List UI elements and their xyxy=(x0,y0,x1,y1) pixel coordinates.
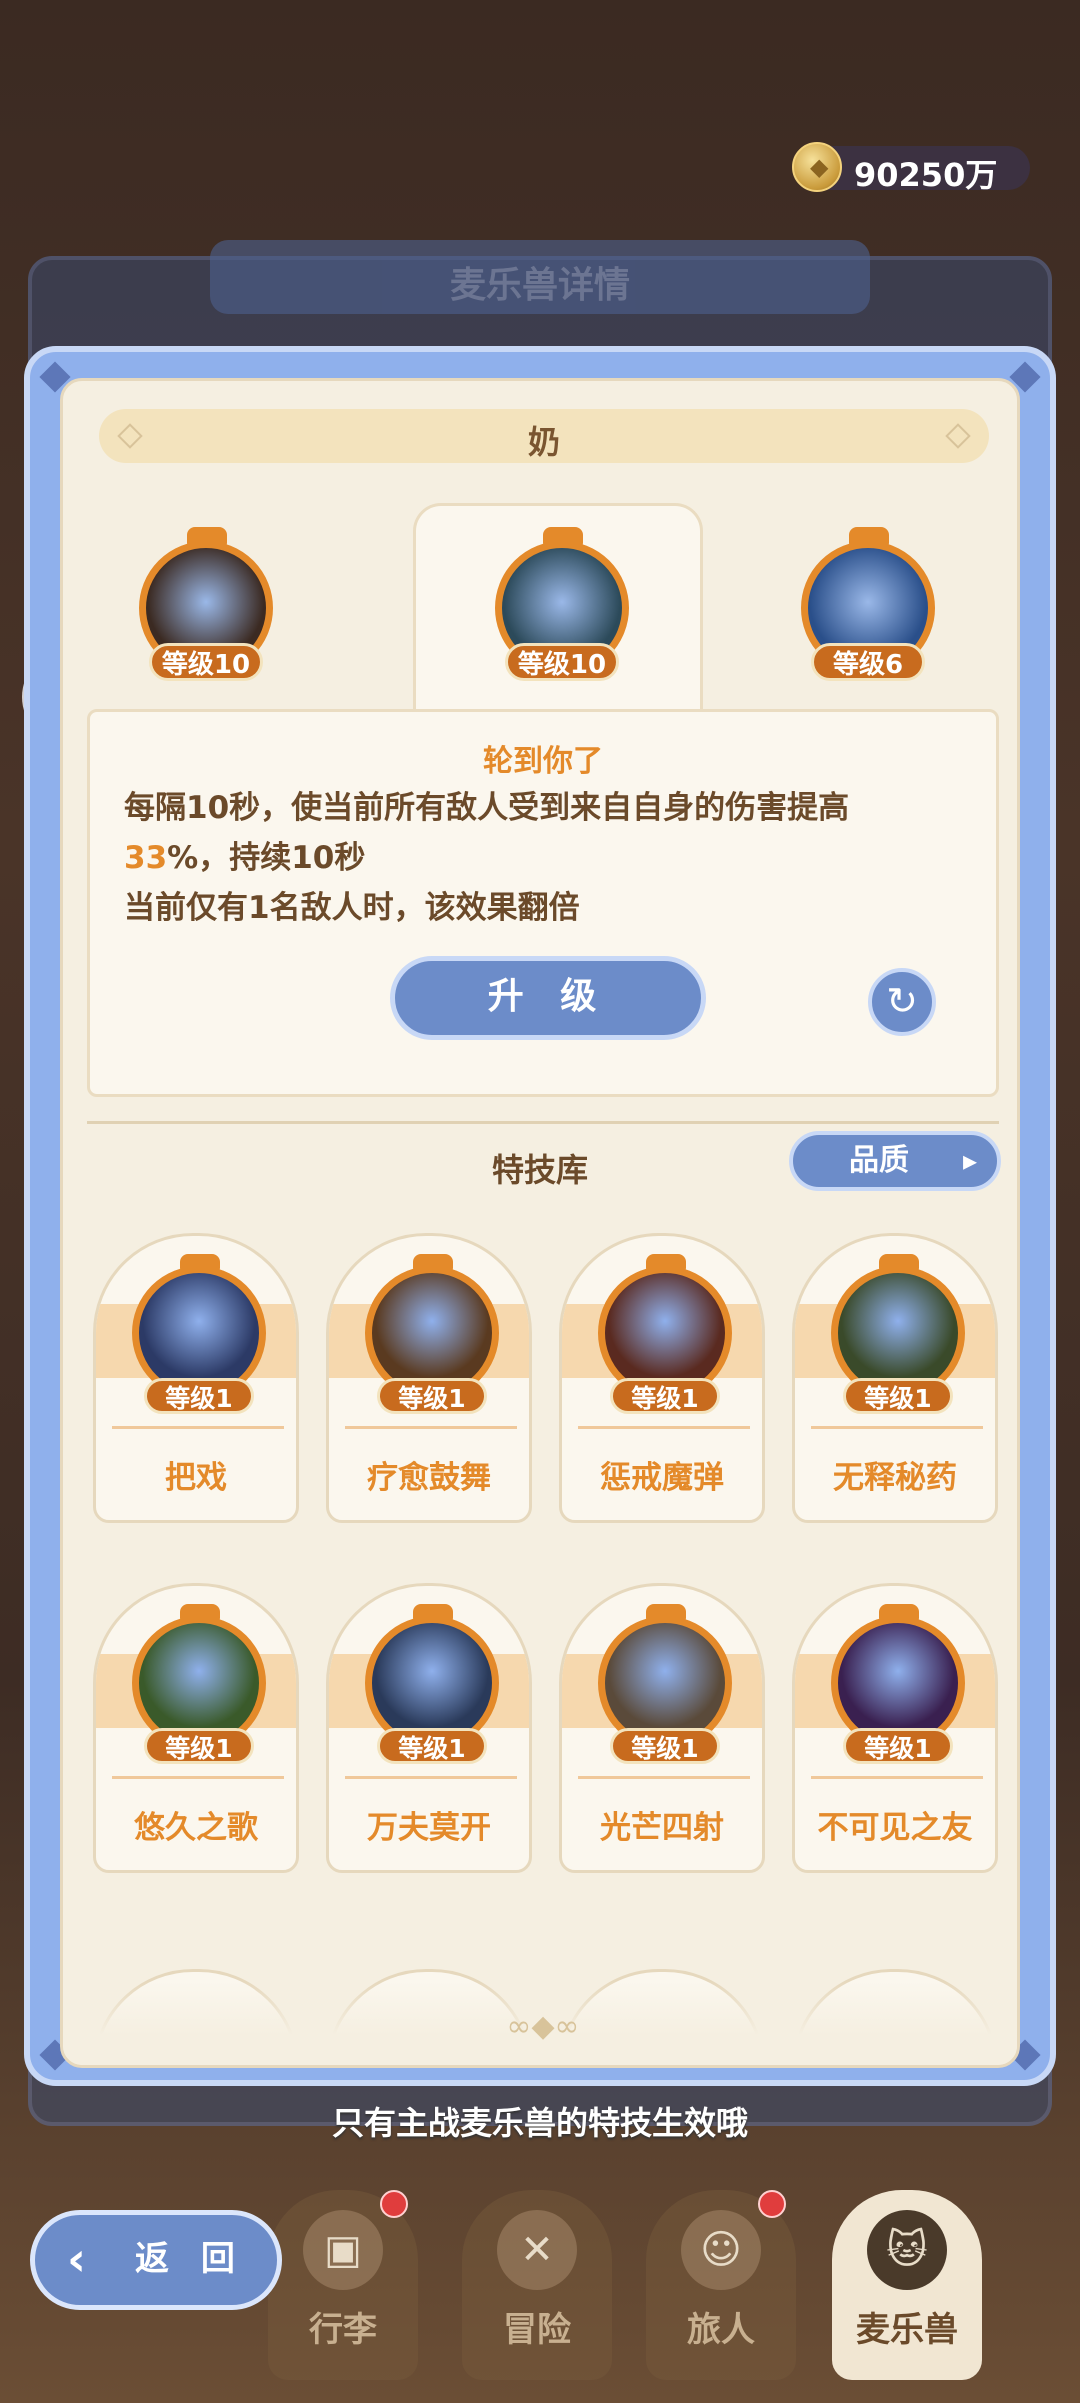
ears-ornament xyxy=(543,527,583,547)
swords-icon: ✕ xyxy=(497,2210,577,2290)
skill-name: 把戏 xyxy=(165,1460,227,1496)
skill-level: 等级1 xyxy=(377,1378,487,1414)
background-panel-title: 麦乐兽详情 xyxy=(210,240,870,314)
quality-label: 品质 xyxy=(849,1143,909,1178)
notification-badge xyxy=(758,2190,786,2218)
panel-content: 奶 等级10 等级10 等级6 轮到你了 每隔10秒，使当前所有敌人受到来自自身… xyxy=(60,378,1020,2068)
skill-name: 万夫莫开 xyxy=(367,1810,491,1846)
skill-slot-3[interactable]: 等级6 xyxy=(801,527,941,689)
slot-level: 等级10 xyxy=(149,643,263,681)
upgrade-button[interactable]: 升 级 xyxy=(390,956,706,1040)
ears-ornament xyxy=(180,1254,220,1272)
card-divider xyxy=(345,1776,517,1779)
description-highlight: 33 xyxy=(124,840,168,876)
skill-level: 等级1 xyxy=(144,1378,254,1414)
skill-card[interactable]: 等级1 不可见之友 xyxy=(792,1583,998,1873)
description-line-1: 每隔10秒，使当前所有敌人受到来自自身的伤害提高 xyxy=(124,790,850,826)
skill-level: 等级1 xyxy=(843,1378,953,1414)
skill-level: 等级1 xyxy=(610,1378,720,1414)
skill-card[interactable]: 等级1 疗愈鼓舞 xyxy=(326,1233,532,1523)
skill-name: 疗愈鼓舞 xyxy=(367,1460,491,1496)
coin-icon: ◆ xyxy=(792,142,842,192)
card-divider xyxy=(578,1776,750,1779)
nav-item-pets[interactable]: 🐱 麦乐兽 xyxy=(832,2190,982,2380)
pet-icon: 🐱 xyxy=(867,2210,947,2290)
skill-card[interactable]: 等级1 惩戒魔弹 xyxy=(559,1233,765,1523)
skill-level: 等级1 xyxy=(843,1728,953,1764)
skill-name: 惩戒魔弹 xyxy=(600,1460,724,1496)
card-divider xyxy=(112,1776,284,1779)
panel-header-text: 奶 xyxy=(527,423,560,461)
caret-icon: ▸ xyxy=(962,1144,977,1177)
ears-ornament xyxy=(646,1604,686,1622)
slot-level: 等级6 xyxy=(811,643,925,681)
skill-name: 光芒四射 xyxy=(600,1810,724,1846)
ears-ornament xyxy=(180,1604,220,1622)
nav-item-luggage[interactable]: ▣ 行李 xyxy=(268,2190,418,2380)
nav-item-traveler[interactable]: ☺ 旅人 xyxy=(646,2190,796,2380)
skill-description: 轮到你了 每隔10秒，使当前所有敌人受到来自自身的伤害提高 33%，持续10秒 … xyxy=(87,709,999,1097)
skill-level: 等级1 xyxy=(610,1728,720,1764)
skill-level: 等级1 xyxy=(377,1728,487,1764)
traveler-icon: ☺ xyxy=(681,2210,761,2290)
description-line-2-rest: %，持续10秒 xyxy=(167,840,366,876)
skill-card[interactable]: 等级1 万夫莫开 xyxy=(326,1583,532,1873)
skill-title: 轮到你了 xyxy=(483,744,603,779)
notification-badge xyxy=(380,2190,408,2218)
description-line-3: 当前仅有1名敌人时，该效果翻倍 xyxy=(124,890,580,926)
skill-level: 等级1 xyxy=(144,1728,254,1764)
nav-item-adventure[interactable]: ✕ 冒险 xyxy=(462,2190,612,2380)
skill-panel: 奶 等级10 等级10 等级6 轮到你了 每隔10秒，使当前所有敌人受到来自自身… xyxy=(24,346,1056,2086)
skill-slot-2[interactable]: 等级10 xyxy=(495,527,635,689)
hint-text: 只有主战麦乐兽的特技生效哦 xyxy=(331,2104,748,2142)
back-button[interactable]: ‹ 返 回 xyxy=(30,2210,282,2310)
card-divider xyxy=(112,1426,284,1429)
skill-slot-1[interactable]: 等级10 xyxy=(139,527,279,689)
description-line-2: 33%，持续10秒 xyxy=(124,832,365,877)
card-divider xyxy=(578,1426,750,1429)
back-arrow-icon: ‹ xyxy=(67,2232,86,2286)
skill-card[interactable]: 等级1 光芒四射 xyxy=(559,1583,765,1873)
skill-card[interactable]: 等级1 悠久之歌 xyxy=(93,1583,299,1873)
card-divider xyxy=(345,1426,517,1429)
card-divider xyxy=(811,1776,983,1779)
skill-card[interactable]: 等级1 把戏 xyxy=(93,1233,299,1523)
divider xyxy=(87,1121,999,1124)
ears-ornament xyxy=(413,1604,453,1622)
skill-card[interactable]: 等级1 无释秘药 xyxy=(792,1233,998,1523)
currency-amount: 90250万 xyxy=(854,156,998,194)
quality-filter-button[interactable]: 品质 ▸ xyxy=(789,1131,1001,1191)
ears-ornament xyxy=(879,1604,919,1622)
skill-name: 悠久之歌 xyxy=(134,1810,258,1846)
slot-level: 等级10 xyxy=(505,643,619,681)
ears-ornament xyxy=(879,1254,919,1272)
back-label: 返 回 xyxy=(135,2239,245,2279)
ears-ornament xyxy=(646,1254,686,1272)
ears-ornament xyxy=(187,527,227,547)
luggage-icon: ▣ xyxy=(303,2210,383,2290)
panel-header: 奶 xyxy=(99,409,989,463)
card-divider xyxy=(811,1426,983,1429)
ears-ornament xyxy=(413,1254,453,1272)
skill-name: 不可见之友 xyxy=(817,1810,973,1846)
currency-display: ◆ 90250万 xyxy=(792,142,1030,194)
refresh-icon[interactable]: ↻ xyxy=(868,968,936,1036)
skill-name: 无释秘药 xyxy=(833,1460,957,1496)
ears-ornament xyxy=(849,527,889,547)
ornament-icon: ∞◆∞ xyxy=(506,2009,580,2044)
